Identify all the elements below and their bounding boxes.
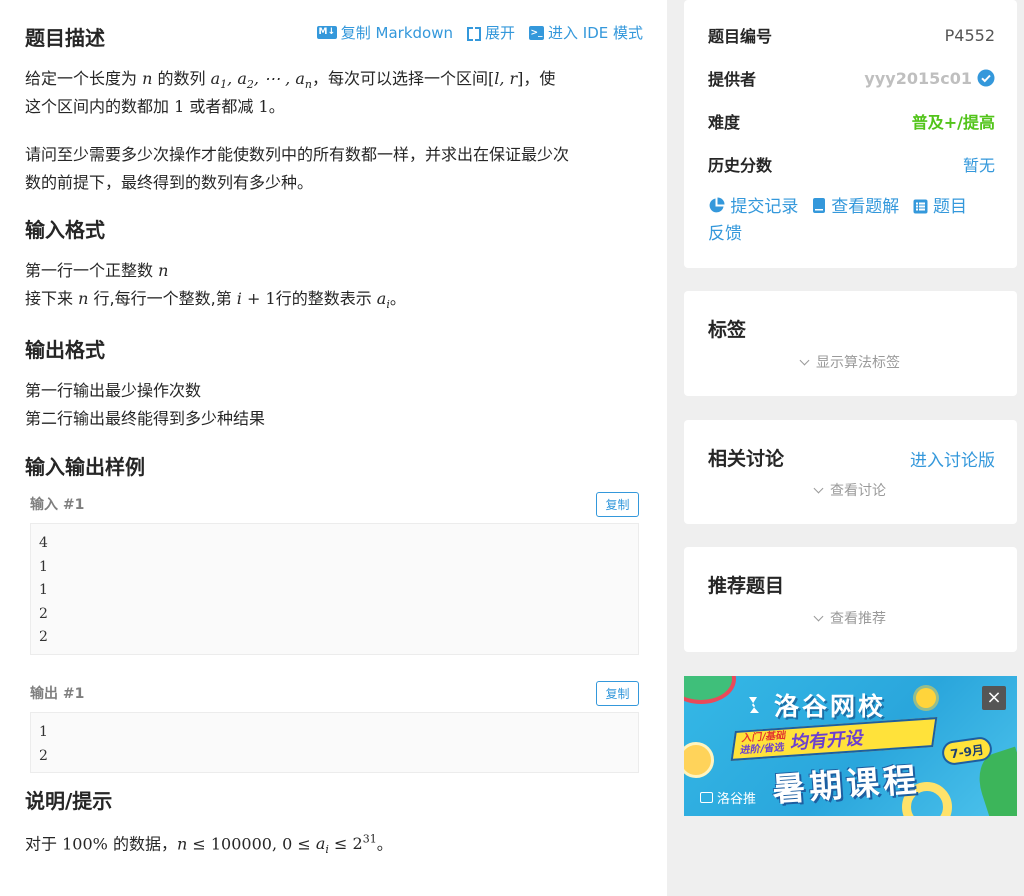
info-row-id: 题目编号 P4552 [708, 25, 995, 47]
provider-link[interactable]: yyy2015c01 [864, 69, 972, 88]
pie-chart-icon [709, 197, 725, 213]
terminal-icon: >_ [529, 25, 544, 40]
sample-output-box[interactable]: 1 2 [30, 712, 639, 773]
description-paragraph-2b: 数的前提下，最终得到的数列有多少种。 [25, 173, 314, 192]
view-solutions-link[interactable]: 查看题解 [812, 197, 905, 217]
discussion-card: 相关讨论 进入讨论版 查看讨论 [684, 420, 1017, 524]
sample-output-line: 2 [39, 747, 48, 764]
ide-mode-button[interactable]: >_ 进入 IDE 模式 [529, 22, 643, 43]
submit-records-link[interactable]: 提交记录 [708, 197, 804, 217]
ad-decoration-watermelon [684, 676, 736, 704]
sample-output-label: 输出 #1 [30, 686, 85, 702]
sample-input-line: 1 [39, 558, 48, 575]
close-icon: × [986, 687, 1002, 708]
copy-output-button[interactable]: 复制 [596, 681, 639, 706]
problem-id: P4552 [944, 25, 995, 45]
ad-headline: 暑期课程 [770, 759, 922, 810]
input-format-line-1: 第一行一个正整数 n [25, 261, 169, 280]
ad-footer: 洛谷推 [700, 788, 756, 807]
view-recommend-toggle[interactable]: 查看推荐 [684, 608, 1017, 628]
chevron-down-icon [813, 483, 824, 494]
hint-heading: 说明/提示 [25, 789, 113, 813]
copy-input-button[interactable]: 复制 [596, 492, 639, 517]
enter-discussion-link[interactable]: 进入讨论版 [910, 446, 995, 471]
image-icon [700, 792, 713, 803]
problem-info-card: 题目编号 P4552 提供者 yyy2015c01 难度 普及+/提高 历史分数… [684, 0, 1017, 268]
tags-card: 标签 显示算法标签 [684, 291, 1017, 396]
list-icon [913, 199, 928, 214]
description-paragraph-1b: 这个区间内的数都加 1 或者都减 1。 [25, 97, 285, 116]
difficulty-badge[interactable]: 普及+/提高 [912, 109, 995, 133]
expand-icon [466, 26, 481, 41]
problem-panel: 题目描述 M↓ 复制 Markdown 展开 >_ 进入 IDE 模式 给定一个… [0, 0, 667, 896]
recommend-card: 推荐题目 查看推荐 [684, 547, 1017, 652]
history-score: 暂无 [962, 156, 995, 175]
input-format-heading: 输入格式 [25, 218, 105, 242]
info-row-history: 历史分数 暂无 [708, 152, 995, 176]
samples-heading: 输入输出样例 [25, 455, 145, 479]
chevron-down-icon [799, 355, 810, 366]
output-format-line-1: 第一行输出最少操作次数 [25, 381, 202, 400]
sample-input-label: 输入 #1 [30, 497, 85, 513]
expand-button[interactable]: 展开 [466, 22, 515, 43]
description-heading: 题目描述 [25, 26, 105, 50]
ad-close-button[interactable]: × [982, 686, 1006, 710]
discussion-title: 相关讨论 [708, 448, 785, 470]
info-row-difficulty: 难度 普及+/提高 [708, 109, 995, 133]
markdown-icon: M↓ [316, 26, 337, 39]
verified-badge-icon [977, 69, 995, 87]
copy-markdown-button[interactable]: M↓ 复制 Markdown [316, 22, 453, 43]
recommend-title: 推荐题目 [708, 575, 785, 597]
view-discussion-toggle[interactable]: 查看讨论 [684, 480, 1017, 500]
sample-input-line: 1 [39, 582, 48, 598]
description-paragraph-2: 请问至少需要多少次操作才能使数列中的所有数都一样，并求出在保证最少次 [25, 145, 570, 164]
ad-decoration-orange [684, 742, 714, 778]
tags-title: 标签 [708, 319, 747, 341]
sample-input-box[interactable]: 4 1 1 2 2 [30, 523, 639, 655]
ad-decoration-sun-icon [916, 688, 936, 708]
problem-toolbar: M↓ 复制 Markdown 展开 >_ 进入 IDE 模式 [316, 22, 643, 43]
luogu-logo-icon [749, 697, 759, 713]
output-format-line-2: 第二行输出最终能得到多少种结果 [25, 409, 266, 428]
sample-input-line: 2 [39, 605, 48, 622]
sample-output-line: 1 [39, 724, 48, 740]
sample-input-line: 2 [39, 629, 48, 645]
summer-course-ad[interactable]: 洛谷网校 入门/基础 进阶/省选 均有开设 7-9月 暑期课程 洛谷推 × [684, 676, 1017, 816]
output-format-heading: 输出格式 [25, 338, 105, 362]
info-actions: 提交记录 查看题解 题目 反馈 [708, 194, 998, 248]
ad-brand: 洛谷网校 [744, 687, 886, 723]
sample-input-line: 4 [39, 535, 48, 551]
info-row-provider: 提供者 yyy2015c01 [708, 66, 995, 90]
chevron-down-icon [813, 611, 824, 622]
input-format-line-2: 接下来 n 行,每行一个整数,第 i + 1行的整数表示 ai。 [25, 289, 406, 312]
show-tags-toggle[interactable]: 显示算法标签 [684, 352, 1017, 372]
hint-text: 对于 100% 的数据，n ≤ 100000, 0 ≤ ai ≤ 231。 [25, 833, 393, 857]
book-icon [812, 198, 825, 213]
